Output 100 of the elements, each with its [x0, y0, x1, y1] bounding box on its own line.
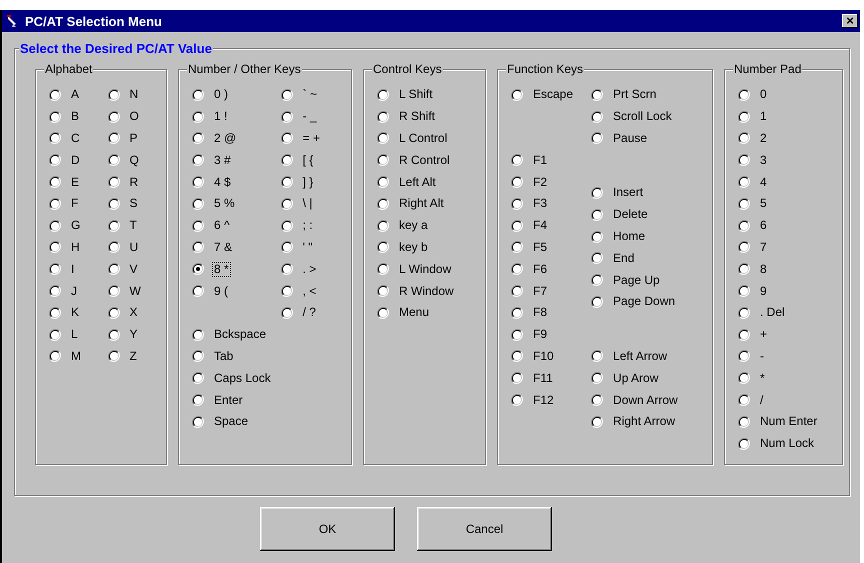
radio-button[interactable] — [49, 220, 61, 232]
radio-button[interactable] — [738, 263, 750, 276]
radio-button[interactable] — [280, 263, 293, 276]
radio-button[interactable] — [738, 438, 750, 450]
radio-button[interactable] — [192, 372, 204, 384]
radio-button[interactable] — [377, 306, 389, 319]
radio-button[interactable] — [511, 198, 523, 210]
radio-button[interactable] — [192, 88, 204, 101]
radio-button[interactable] — [108, 220, 120, 232]
radio-button[interactable] — [280, 220, 293, 232]
radio-button[interactable] — [108, 176, 120, 188]
radio-button[interactable] — [192, 176, 204, 188]
radio-button[interactable] — [377, 198, 389, 210]
radio-button[interactable] — [591, 394, 604, 406]
radio-button[interactable] — [49, 328, 61, 341]
radio-button[interactable] — [280, 88, 293, 101]
radio-button[interactable] — [280, 285, 293, 298]
radio-button[interactable] — [49, 241, 61, 254]
radio-button[interactable] — [591, 208, 604, 221]
radio-button[interactable] — [192, 394, 204, 406]
radio-button[interactable] — [738, 176, 750, 188]
radio-button[interactable] — [108, 328, 120, 341]
radio-button[interactable] — [377, 154, 389, 166]
radio-button[interactable] — [591, 132, 604, 144]
radio-button[interactable] — [738, 220, 750, 232]
radio-button[interactable] — [192, 350, 204, 362]
radio-button[interactable] — [738, 110, 750, 123]
radio-button[interactable] — [511, 88, 523, 101]
radio-button[interactable] — [591, 88, 604, 101]
radio-button[interactable] — [511, 306, 523, 319]
radio-button[interactable] — [49, 198, 61, 210]
radio-button[interactable] — [511, 350, 523, 362]
radio-button[interactable] — [377, 263, 389, 276]
radio-button[interactable] — [192, 198, 204, 210]
radio-button[interactable] — [738, 241, 750, 254]
radio-button[interactable] — [49, 154, 61, 166]
radio-button[interactable] — [591, 416, 604, 428]
radio-button[interactable] — [738, 154, 750, 166]
radio-button[interactable] — [738, 416, 750, 428]
radio-button[interactable] — [108, 154, 120, 166]
radio-button[interactable] — [511, 220, 523, 232]
radio-button[interactable] — [377, 176, 389, 188]
radio-button[interactable] — [738, 328, 750, 341]
radio-button[interactable] — [108, 285, 120, 298]
radio-button[interactable] — [591, 110, 604, 123]
radio-button[interactable] — [49, 176, 61, 188]
radio-button[interactable] — [738, 350, 750, 362]
radio-button[interactable] — [108, 263, 120, 276]
radio-button[interactable] — [108, 132, 120, 144]
radio-button[interactable] — [377, 220, 389, 232]
radio-button[interactable] — [49, 306, 61, 319]
radio-button[interactable] — [377, 241, 389, 254]
radio-button[interactable] — [738, 88, 750, 101]
radio-button[interactable] — [511, 328, 523, 341]
radio-button[interactable] — [591, 274, 604, 286]
radio-button[interactable] — [591, 350, 604, 362]
radio-button[interactable] — [108, 306, 120, 319]
radio-button[interactable] — [280, 241, 293, 254]
radio-button[interactable] — [280, 132, 293, 144]
radio-button[interactable] — [280, 176, 293, 188]
radio-button[interactable] — [108, 198, 120, 210]
radio-button[interactable] — [511, 394, 523, 406]
radio-button[interactable] — [192, 416, 204, 428]
radio-button[interactable] — [49, 132, 61, 144]
radio-button[interactable] — [738, 394, 750, 406]
radio-button[interactable] — [192, 241, 204, 254]
dialog-button[interactable]: Cancel — [417, 507, 552, 551]
radio-button[interactable] — [280, 154, 293, 166]
radio-button[interactable] — [108, 241, 120, 254]
radio-button[interactable] — [511, 263, 523, 276]
radio-button[interactable] — [49, 350, 61, 362]
radio-button[interactable] — [280, 110, 293, 123]
radio-button[interactable] — [511, 372, 523, 384]
radio-button[interactable] — [377, 132, 389, 144]
radio-button[interactable] — [192, 110, 204, 123]
radio-button[interactable] — [192, 328, 204, 341]
radio-button[interactable] — [738, 198, 750, 210]
radio-button[interactable] — [591, 186, 604, 199]
radio-button[interactable] — [49, 285, 61, 298]
radio-button[interactable] — [591, 372, 604, 384]
radio-button[interactable] — [511, 154, 523, 166]
radio-button[interactable] — [511, 285, 523, 298]
radio-button[interactable] — [591, 252, 604, 264]
radio-button[interactable] — [280, 198, 293, 210]
radio-button[interactable] — [192, 132, 204, 144]
radio-button[interactable] — [280, 306, 293, 319]
radio-button[interactable] — [511, 176, 523, 188]
radio-button[interactable] — [49, 110, 61, 123]
radio-button[interactable] — [591, 230, 604, 243]
radio-button[interactable] — [377, 110, 389, 123]
radio-button[interactable] — [511, 241, 523, 254]
radio-button[interactable] — [108, 350, 120, 362]
radio-button[interactable] — [738, 285, 750, 298]
radio-button[interactable] — [192, 154, 204, 166]
radio-button[interactable] — [108, 110, 120, 123]
close-button[interactable]: × — [842, 14, 858, 28]
radio-button[interactable] — [49, 263, 61, 276]
radio-button[interactable] — [192, 285, 204, 298]
radio-button[interactable] — [108, 88, 120, 101]
radio-button[interactable] — [738, 372, 750, 384]
